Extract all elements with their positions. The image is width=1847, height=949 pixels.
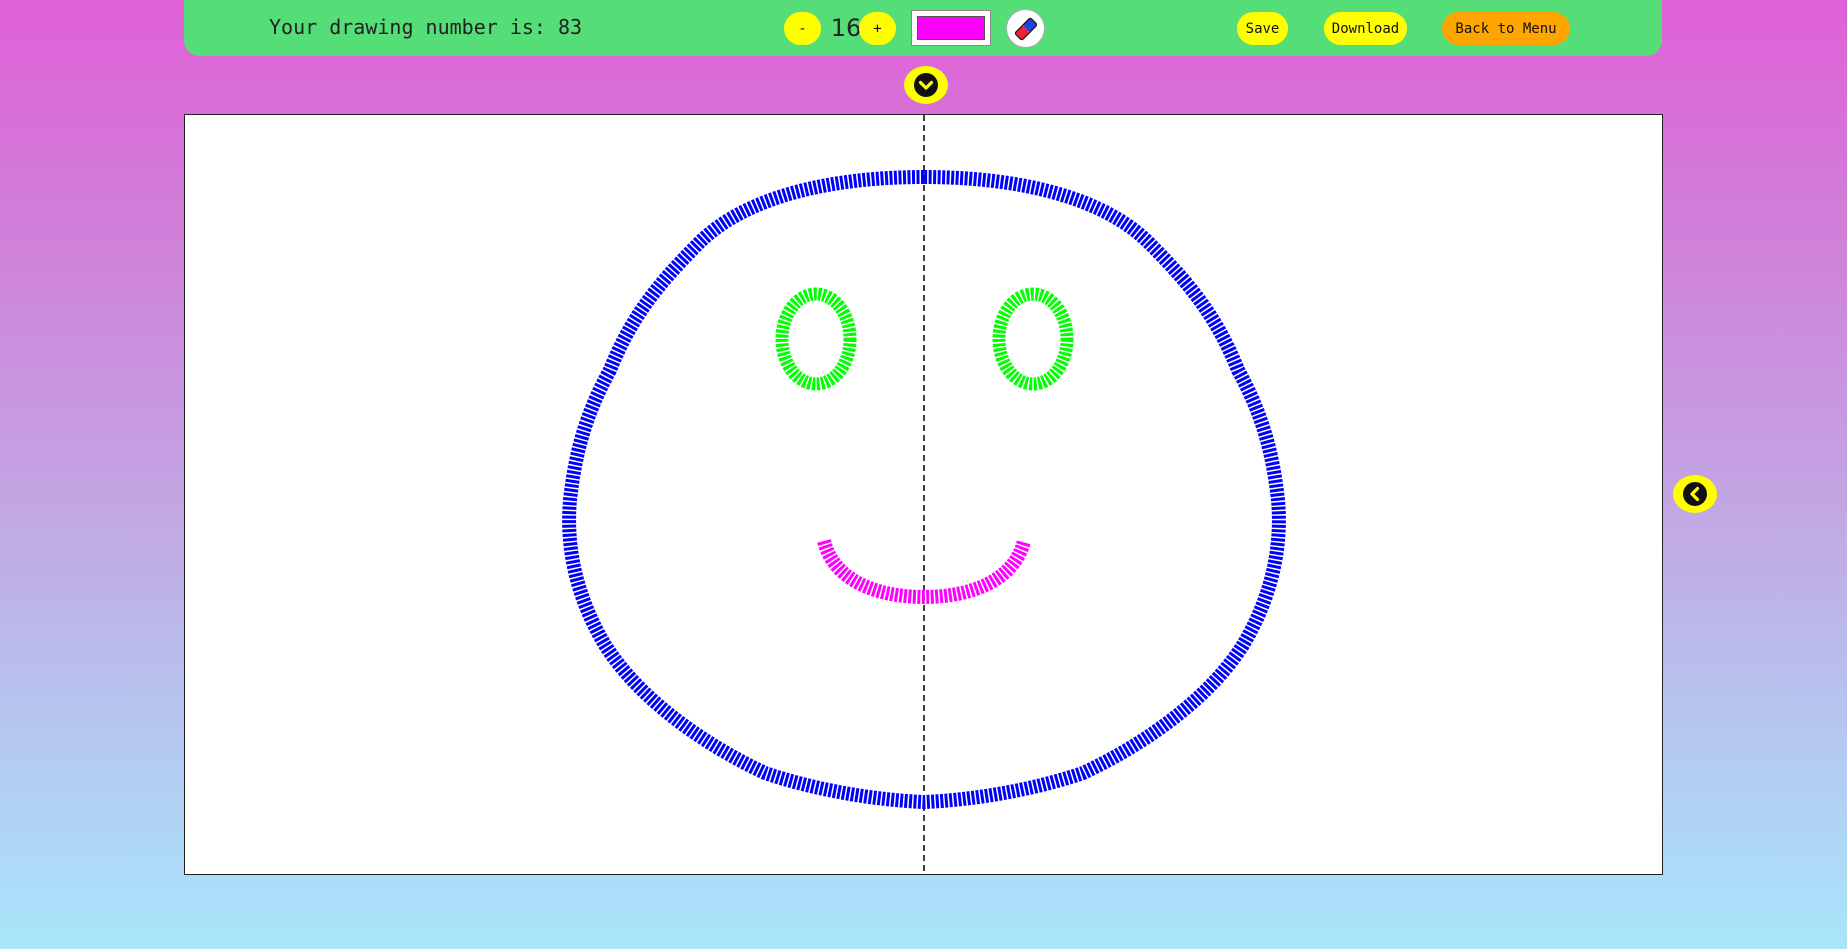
drawing-number-label: Your drawing number is: 83 — [269, 15, 583, 39]
chevron-down-icon — [914, 73, 938, 97]
increase-size-button[interactable]: + — [859, 12, 896, 45]
eraser-button[interactable] — [1006, 9, 1045, 48]
right-eye — [992, 287, 1074, 391]
eraser-icon — [1014, 17, 1037, 40]
left-eye — [775, 287, 857, 391]
save-button[interactable]: Save — [1237, 12, 1288, 45]
current-color-fill — [917, 16, 985, 40]
drawing-canvas[interactable] — [184, 114, 1663, 875]
download-button[interactable]: Download — [1324, 12, 1407, 45]
canvas-drawing — [562, 115, 1286, 874]
chevron-left-icon — [1683, 482, 1707, 506]
toolbar: Your drawing number is: 83 - 16 + Save D… — [184, 0, 1662, 56]
toggle-side-panel-button[interactable] — [1673, 475, 1717, 513]
decrease-size-button[interactable]: - — [784, 12, 821, 45]
back-to-menu-button[interactable]: Back to Menu — [1442, 12, 1570, 45]
toggle-toolbar-button[interactable] — [904, 66, 948, 104]
color-picker[interactable] — [911, 10, 991, 46]
